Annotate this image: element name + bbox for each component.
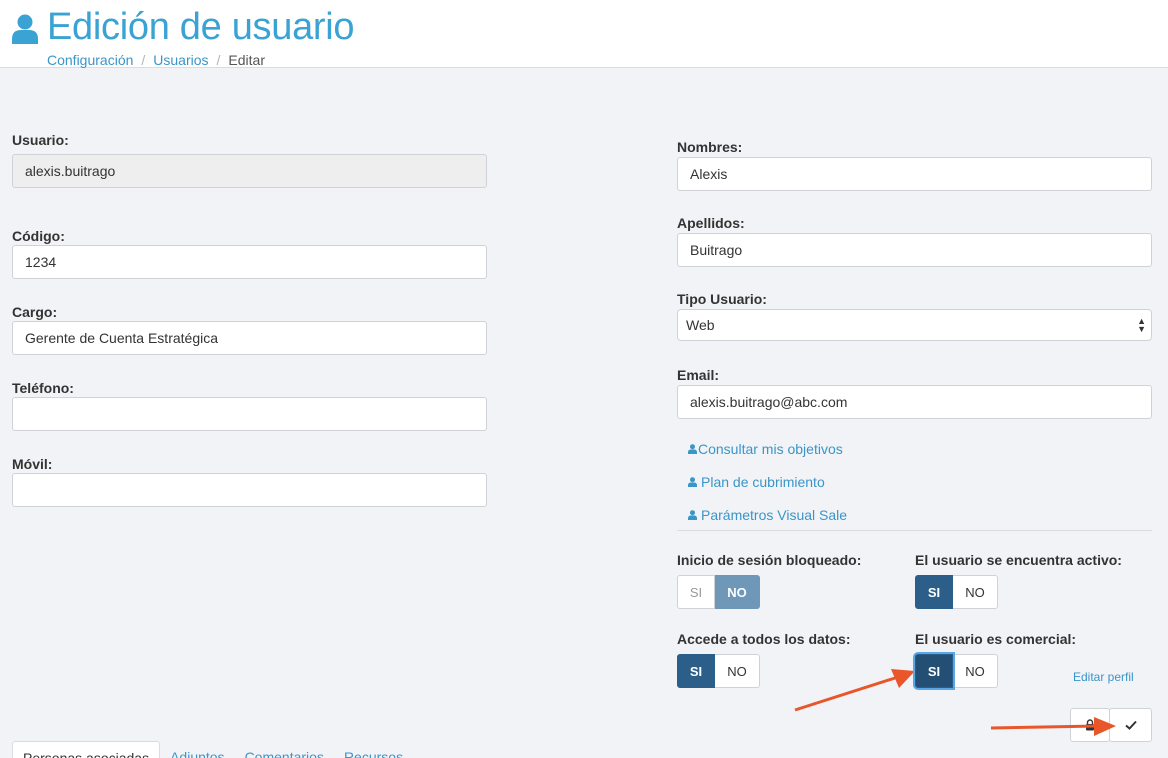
- link-parametros-visual-sale[interactable]: Parámetros Visual Sale: [688, 507, 847, 523]
- apellidos-field[interactable]: Buitrago: [677, 233, 1152, 267]
- activo-toggle: SI NO: [915, 575, 998, 609]
- comercial-label: El usuario es comercial:: [915, 631, 1077, 647]
- todos-datos-label: Accede a todos los datos:: [677, 631, 851, 647]
- bloqueado-si-button[interactable]: SI: [677, 575, 715, 609]
- usuario-label: Usuario:: [12, 132, 69, 148]
- comercial-si-button[interactable]: SI: [915, 654, 953, 688]
- link-consultar-objetivos[interactable]: Consultar mis objetivos: [688, 441, 843, 457]
- codigo-field[interactable]: 1234: [12, 245, 487, 279]
- tab-personas-asociadas[interactable]: Personas asociadas: [12, 741, 161, 758]
- activo-no-button[interactable]: NO: [953, 575, 998, 609]
- breadcrumb-separator: /: [141, 52, 146, 68]
- nombres-label: Nombres:: [677, 139, 743, 155]
- editar-perfil-link[interactable]: Editar perfil: [1073, 670, 1134, 684]
- activo-label: El usuario se encuentra activo:: [915, 552, 1122, 568]
- activo-si-button[interactable]: SI: [915, 575, 953, 609]
- link-label: Parámetros Visual Sale: [701, 507, 848, 523]
- check-icon: [1124, 720, 1137, 730]
- comercial-toggle: SI NO: [915, 654, 998, 688]
- email-label: Email:: [677, 367, 720, 383]
- usuario-field: alexis.buitrago: [12, 154, 487, 188]
- annotation-arrow-icon: [794, 669, 915, 712]
- user-icon: [688, 444, 697, 454]
- email-field[interactable]: alexis.buitrago@abc.com: [677, 385, 1152, 419]
- apellidos-label: Apellidos:: [677, 215, 745, 231]
- codigo-label: Código:: [12, 228, 65, 244]
- link-label: Consultar mis objetivos: [698, 441, 843, 457]
- annotation-arrow-icon: [990, 717, 1116, 736]
- todos-datos-toggle: SI NO: [677, 654, 760, 688]
- tipo-usuario-label: Tipo Usuario:: [677, 291, 767, 307]
- nombres-field[interactable]: Alexis: [677, 157, 1152, 191]
- tipo-usuario-value: Web: [686, 317, 715, 333]
- user-icon: [688, 477, 697, 487]
- cargo-label: Cargo:: [12, 304, 58, 320]
- telefono-field[interactable]: [12, 397, 487, 431]
- tab-comentarios[interactable]: Comentarios: [235, 741, 334, 758]
- select-arrows-icon: ▲ ▼: [1137, 316, 1146, 334]
- cargo-field[interactable]: Gerente de Cuenta Estratégica: [12, 321, 487, 355]
- bottom-tabs: Personas asociadas Adjuntos Comentarios …: [12, 741, 413, 758]
- breadcrumb-usuarios[interactable]: Usuarios: [153, 52, 208, 68]
- tab-adjuntos[interactable]: Adjuntos: [160, 741, 234, 758]
- link-label: Plan de cubrimiento: [701, 474, 825, 490]
- breadcrumb-configuracion[interactable]: Configuración: [47, 52, 133, 68]
- link-plan-cubrimiento[interactable]: Plan de cubrimiento: [688, 474, 825, 490]
- page-header: Edición de usuario Configuración / Usuario…: [0, 0, 1168, 68]
- todos-datos-no-button[interactable]: NO: [715, 654, 760, 688]
- bloqueado-toggle: SI NO: [677, 575, 760, 609]
- movil-label: Móvil:: [12, 456, 53, 472]
- user-icon: [12, 14, 38, 44]
- bloqueado-no-button[interactable]: NO: [715, 575, 760, 609]
- user-icon: [688, 510, 697, 520]
- comercial-no-button[interactable]: NO: [953, 654, 998, 688]
- telefono-label: Teléfono:: [12, 380, 74, 396]
- tipo-usuario-select[interactable]: Web ▲ ▼: [677, 309, 1152, 341]
- bloqueado-label: Inicio de sesión bloqueado:: [677, 552, 862, 568]
- breadcrumb-separator: /: [216, 52, 221, 68]
- tab-recursos[interactable]: Recursos: [334, 741, 413, 758]
- movil-field[interactable]: [12, 473, 487, 507]
- todos-datos-si-button[interactable]: SI: [677, 654, 715, 688]
- breadcrumb-current: Editar: [228, 52, 265, 68]
- page-title: Edición de usuario: [47, 6, 355, 48]
- divider: [677, 530, 1152, 531]
- breadcrumb: Configuración / Usuarios / Editar: [47, 52, 265, 68]
